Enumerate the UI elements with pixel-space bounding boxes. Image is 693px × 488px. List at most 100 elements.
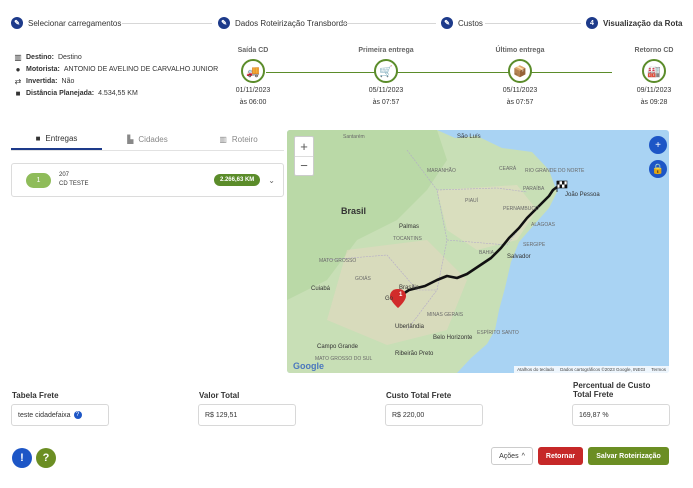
percentual-label-line-1: Percentual de Custo (573, 381, 651, 390)
map-data-text: Dados cartográficos ©2023 Google, INEGI (560, 367, 646, 372)
map-label: Uberlândia (395, 324, 425, 330)
step-selecionar-carregamentos[interactable]: ✎ Selecionar carregamentos (11, 17, 121, 29)
truck-icon: 🚚 (241, 59, 265, 83)
timeline-date: 05/11/2023 (368, 87, 404, 94)
distancia-label: Distância Planejada: (26, 90, 95, 97)
map-label: Brasil (341, 206, 367, 216)
pencil-icon: ✎ (11, 17, 23, 29)
map-label: TOCANTINS (393, 236, 422, 242)
motorista-label: Motorista: (26, 66, 60, 73)
timeline-time: às 07:57 (506, 99, 534, 106)
step-label: Custos (458, 18, 483, 28)
map-icon: ▥ (14, 53, 22, 62)
summary-motorista: ● Motorista: ANTONIO DE AVELINO DE CARVA… (14, 64, 219, 76)
timeline-title: Primeira entrega (358, 47, 414, 54)
step-custos[interactable]: ✎ Custos (441, 17, 483, 29)
delivery-card[interactable]: 1 207 CD TESTE 2.266,63 KM ⌄ (11, 163, 284, 197)
step-visualizacao-rota[interactable]: 4 Visualização da Rota (586, 17, 682, 29)
tab-label: Entregas (45, 134, 78, 143)
map-label: PARAÍBA (523, 186, 545, 192)
invertida-label: Invertida: (26, 78, 58, 85)
step-number: 4 (586, 17, 598, 29)
tab-entregas[interactable]: ■ Entregas (11, 129, 102, 150)
map-label: MATO GROSSO (319, 258, 357, 264)
lock-icon[interactable]: 🔒 (649, 160, 667, 178)
percentual-label-line-2: Total Frete (573, 390, 614, 399)
step-divider (122, 23, 212, 24)
map-label: MINAS GERAIS (427, 312, 464, 318)
step-dados-roteirizacao[interactable]: ✎ Dados Roteirização Transbordo (218, 17, 348, 29)
acoes-button[interactable]: Ações ^ (491, 447, 533, 465)
map-label: ESPÍRITO SANTO (477, 330, 519, 336)
zoom-out-button[interactable]: − (295, 155, 313, 175)
tabela-frete-field[interactable]: teste cidadefaixa ? (11, 404, 109, 426)
tab-roteiro[interactable]: ▥ Roteiro (193, 129, 284, 150)
step-label: Dados Roteirização Transbordo (235, 18, 348, 28)
timeline-saida-cd: Saída CD 🚚 01/11/2023 às 06:00 (218, 47, 288, 107)
timeline-date: 01/11/2023 (235, 87, 271, 94)
keyboard-shortcuts-link[interactable]: Atalhos do teclado (517, 367, 554, 372)
chevron-up-icon: ^ (521, 452, 525, 460)
timeline-title: Saída CD (237, 47, 269, 54)
timeline-retorno-cd: Retorno CD 🏭 09/11/2023 às 09:28 (619, 47, 689, 107)
map-label: Belo Horizonte (433, 335, 473, 341)
tabela-frete-value: teste cidadefaixa (18, 411, 71, 419)
timeline-time: às 06:00 (239, 99, 267, 106)
map-label: Salvador (507, 254, 531, 260)
zoom-control: + − (294, 136, 314, 176)
timeline-line (266, 72, 612, 73)
tab-cidades[interactable]: ▙ Cidades (102, 129, 193, 150)
terms-link[interactable]: Termos (651, 367, 666, 372)
delivery-info: 207 CD TESTE (59, 171, 89, 189)
valor-total-field[interactable]: R$ 129,51 (198, 404, 296, 426)
map-icon: ▥ (219, 135, 227, 144)
route-summary: ▥ Destino: Destino ● Motorista: ANTONIO … (14, 52, 218, 100)
stepper: ✎ Selecionar carregamentos ✎ Dados Rotei… (0, 0, 693, 46)
summary-destino: ▥ Destino: Destino (14, 52, 218, 64)
destino-label: Destino: (26, 54, 54, 61)
buildings-icon: ▙ (127, 135, 134, 144)
timeline-primeira-entrega: Primeira entrega 🛒 05/11/2023 às 07:57 (351, 47, 421, 107)
map-label: Cuiabá (311, 286, 331, 292)
custo-total-frete-field[interactable]: R$ 220,00 (385, 404, 483, 426)
summary-invertida: ⇄ Invertida: Não (14, 76, 218, 88)
map-attribution: Atalhos do teclado Dados cartográficos ©… (514, 366, 669, 373)
checkered-flag-icon (556, 180, 568, 192)
map-label: Brasília (399, 285, 420, 291)
route-map[interactable]: 1 Santarém São Luís Brasil MARANHÃO CEAR… (287, 130, 669, 373)
map-label: Santarém (343, 134, 365, 140)
swap-icon: ⇄ (14, 77, 22, 86)
add-button[interactable]: + (649, 136, 667, 154)
salvar-roteirizacao-button[interactable]: Salvar Roteirização (588, 447, 669, 465)
warehouse-icon: 🏭 (642, 59, 666, 83)
step-label: Visualização da Rota (603, 18, 683, 28)
map-label: CEARÁ (499, 166, 517, 172)
map-label: Ribeirão Preto (395, 351, 434, 357)
info-button[interactable]: ! (12, 448, 32, 468)
map-label: Palmas (399, 224, 420, 230)
map-label: São Luís (457, 134, 481, 140)
truck-icon: ■ (35, 134, 41, 143)
timeline-ultimo-entrega: Último entrega 📦 05/11/2023 às 07:57 (485, 47, 555, 107)
map-label: BAHIA (479, 250, 495, 256)
percentual-custo-field[interactable]: 169,87 % (572, 404, 670, 426)
percentual-custo-label: Percentual de Custo Total Frete (573, 381, 650, 399)
map-label: Campo Grande (317, 344, 359, 350)
map-label: PIAUÍ (465, 198, 479, 204)
google-logo: Google (293, 361, 324, 371)
help-button[interactable]: ? (36, 448, 56, 468)
motorista-value: ANTONIO DE AVELINO DE CARVALHO JUNIOR (63, 66, 219, 73)
tab-label: Roteiro (231, 135, 258, 144)
retornar-button[interactable]: Retornar (538, 447, 583, 465)
map-label: João Pessoa (565, 192, 600, 198)
timeline-date: 09/11/2023 (636, 87, 672, 94)
delivery-order-badge: 1 (26, 172, 51, 188)
distance-badge: 2.266,63 KM (213, 174, 261, 186)
timeline-time: às 07:57 (372, 99, 400, 106)
map-label: Go (385, 296, 394, 302)
help-icon[interactable]: ? (73, 411, 82, 419)
chevron-down-icon[interactable]: ⌄ (268, 176, 275, 185)
tab-label: Cidades (138, 135, 168, 144)
zoom-in-button[interactable]: + (300, 137, 308, 156)
custo-total-frete-label: Custo Total Frete (386, 391, 452, 400)
